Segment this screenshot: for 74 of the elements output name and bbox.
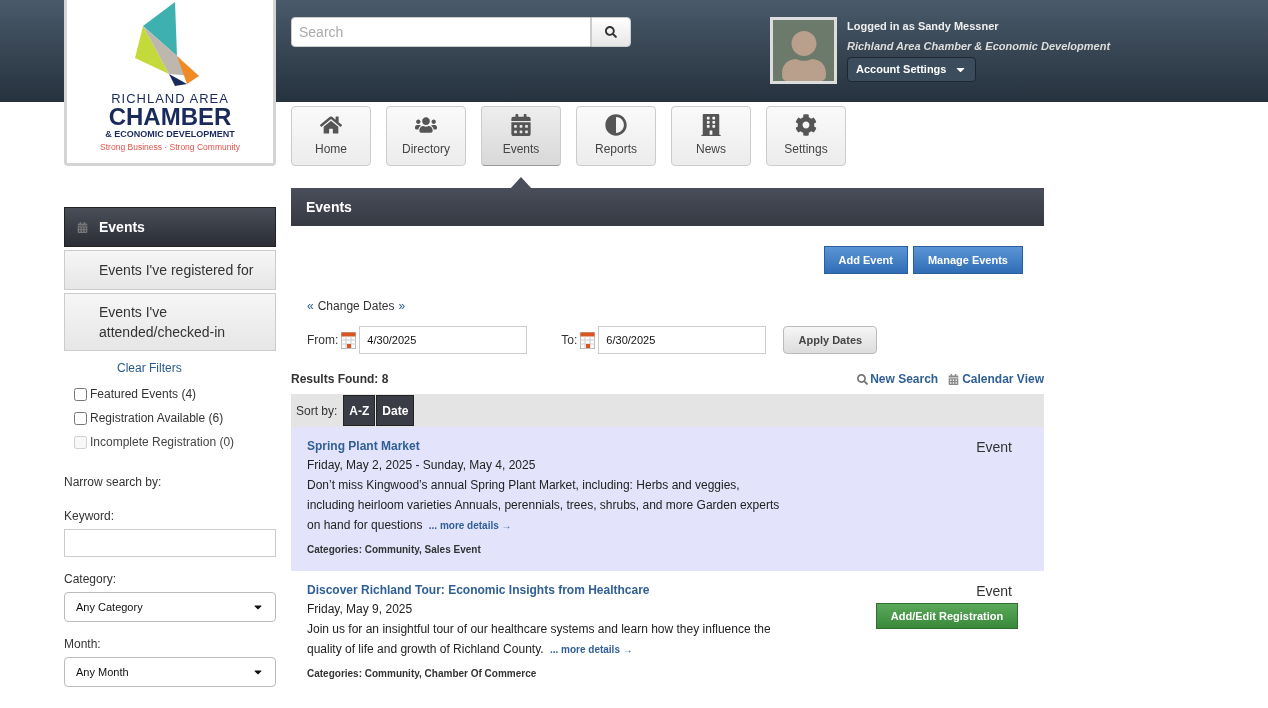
event-categories: Categories: Community, Chamber Of Commerce [307,667,538,681]
sort-label: Sort by: [296,402,338,420]
event-dates: Friday, May 9, 2025 [307,601,414,618]
more-details-link[interactable]: ... more details → [549,644,633,655]
house-icon [320,114,342,136]
pie-chart-icon [605,114,627,136]
filter-label: Registration Available (6) [90,410,224,427]
account-settings-button[interactable]: Account Settings [847,57,977,82]
event-description: Join us for an insightful tour of our healthcare systems and learn how they influence the quality of life and growth of Richland County. ... more details → [307,621,772,658]
event-type: Event [976,582,1013,601]
nav-tile[interactable]: Directory [386,106,466,166]
organization-name: Richland Area Chamber & Economic Development [847,39,1111,54]
logo-tagline: Strong Business · Strong Community [100,141,240,154]
keyword-label: Keyword: [64,508,116,525]
logged-in-text: Logged in as Sandy Messner [847,19,1000,34]
calendar-icon [948,373,960,385]
calendar-icon[interactable] [341,331,357,349]
filter-label: Featured Events (4) [90,386,197,403]
nav-tile[interactable]: Reports [576,106,656,166]
action-button[interactable]: Add Event [823,246,908,274]
narrow-search-label: Narrow search by: [64,474,163,491]
search-icon [857,373,869,385]
event-title-link[interactable]: Discover Richland Tour: Economic Insights from Healthcare [307,581,650,599]
category-label: Category: [64,571,118,588]
chevron-text: » [398,298,406,315]
keyword-field[interactable] [64,529,276,557]
sidebar-item[interactable]: Events I've registered for [64,250,276,290]
month-dropdown[interactable]: Any Month [64,657,276,687]
to-label: To: [561,332,578,349]
filter-checkbox[interactable] [74,387,87,401]
apply-dates-button[interactable]: Apply Dates [783,326,878,354]
settings-icon [795,114,817,136]
sort-option[interactable]: Date [376,395,415,426]
logo-text: RICHLAND AREA [111,92,229,105]
search-field[interactable]: Search [291,17,591,47]
results-count: Results Found: 8 [291,371,389,388]
month-label: Month: [64,636,102,653]
from-date-field[interactable]: 4/30/2025 [359,326,528,354]
search-icon [605,26,617,38]
more-details-link[interactable]: ... more details → [428,520,512,531]
logo-text: CHAMBER [108,105,232,129]
section-header: Events [291,188,1044,226]
nav-tile[interactable]: Home [291,106,371,166]
change-dates-link[interactable]: Change Dates [317,297,395,315]
filter-checkbox[interactable] [74,411,87,425]
new-search-link[interactable]: New Search [857,370,939,388]
calendar-view-link[interactable]: Calendar View [948,370,1044,388]
event-description: Don’t miss Kingwood’s annual Spring Plant Market, including: Herbs and veggies, including heirloom varieties Annuals, perennials, trees, shrubs, and more Garden experts on hand for questions ... more details → [307,477,781,534]
logo-card[interactable]: RICHLAND AREA CHAMBER & ECONOMIC DEVELOPMENT Strong Business · Strong Community [64,0,276,166]
nav-tile[interactable]: Settings [766,106,846,166]
category-dropdown[interactable]: Any Category [64,592,276,622]
event-type: Event [976,438,1013,457]
sort-option[interactable]: A-Z [343,395,376,426]
people-icon [415,114,437,136]
action-button[interactable]: Manage Events [912,246,1023,274]
calendar-icon[interactable] [580,331,596,349]
clear-filters-link[interactable]: Clear Filters [117,359,182,377]
search-button[interactable] [591,17,631,47]
buildings-icon [700,114,722,136]
calendar-icon [510,114,532,136]
nav-tile[interactable]: Events [481,106,561,166]
chevron-text: « [307,298,314,315]
logo-text: & ECONOMIC DEVELOPMENT [105,129,235,140]
sidebar-item[interactable]: Events [64,207,276,247]
calendar-icon [76,221,88,233]
sidebar-item[interactable]: Events I've attended/checked-in [64,293,276,351]
nav-tile[interactable]: News [671,106,751,166]
filter-label: Incomplete Registration (0) [90,434,235,451]
event-categories: Categories: Community, Sales Event [307,543,482,557]
to-date-field[interactable]: 6/30/2025 [598,326,767,354]
event-title-link[interactable]: Spring Plant Market [307,437,420,455]
from-label: From: [307,332,339,349]
event-dates: Friday, May 2, 2025 - Sunday, May 4, 2025 [307,457,537,474]
registration-button[interactable]: Add/Edit Registration [876,603,1018,629]
